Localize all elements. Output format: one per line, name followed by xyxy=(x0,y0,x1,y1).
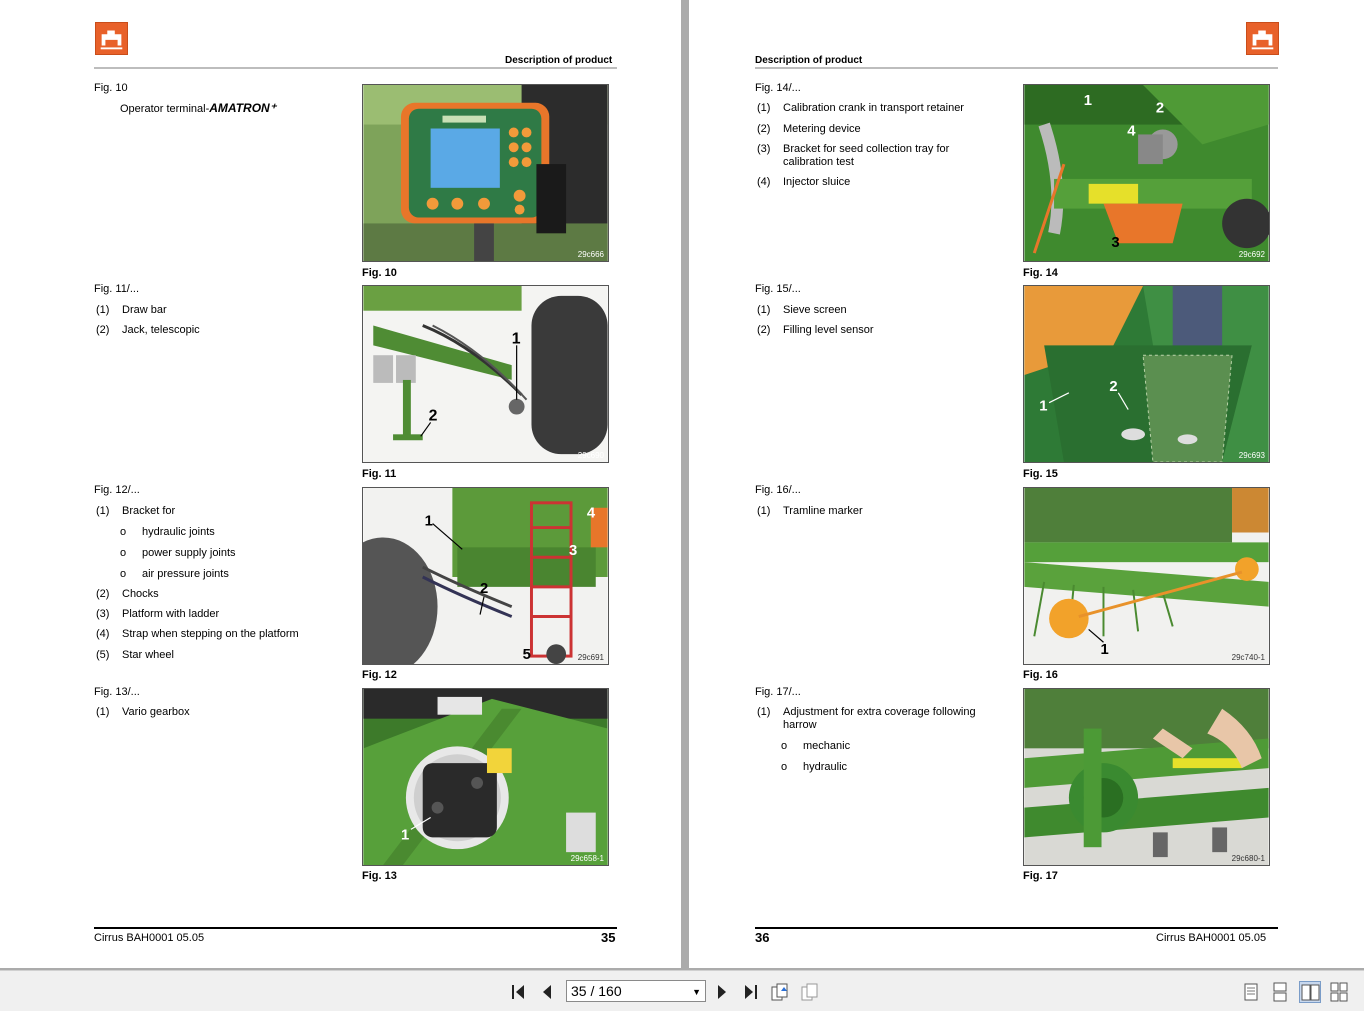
fig11-image: 1 2 29c690 xyxy=(362,285,609,463)
header-rule xyxy=(94,67,617,69)
footer-rule xyxy=(94,927,617,929)
callout-2: 2 xyxy=(1109,379,1117,395)
header-title: Description of product xyxy=(755,55,863,66)
fig17-label: Fig. 17 xyxy=(1023,870,1058,882)
fig-title: Fig. 14/... xyxy=(755,82,801,94)
callout-4: 4 xyxy=(1127,123,1136,139)
continuous-view-icon[interactable] xyxy=(1269,981,1291,1003)
fig10-label: Fig. 10 xyxy=(362,267,397,279)
fig10-description: Operator terminal-AMATRON⁺ xyxy=(120,102,340,116)
image-code: 29c740-1 xyxy=(1231,653,1265,662)
image-code: 29c691 xyxy=(577,653,604,662)
go-back-view-icon[interactable] xyxy=(769,981,791,1003)
amazone-logo xyxy=(1246,22,1279,55)
fig-title: Fig. 10 xyxy=(94,82,128,94)
fig17-image: 29c680-1 xyxy=(1023,688,1270,866)
fig12-image: 1 2 3 4 5 29c691 xyxy=(362,487,609,665)
fig-title: Fig. 12/... xyxy=(94,484,140,496)
footer-doc-info: Cirrus BAH0001 05.05 xyxy=(1156,932,1267,944)
callout-1: 1 xyxy=(1101,642,1109,658)
header-rule xyxy=(755,67,1278,69)
callout-2: 2 xyxy=(480,581,488,597)
fig14-label: Fig. 14 xyxy=(1023,267,1058,279)
single-page-view-icon[interactable] xyxy=(1240,981,1262,1003)
callout-1: 1 xyxy=(401,827,409,843)
two-page-continuous-view-icon[interactable] xyxy=(1328,981,1350,1003)
fig16-image: 1 29c740-1 xyxy=(1023,487,1270,665)
fig-title: Fig. 16/... xyxy=(755,484,801,496)
footer-doc-info: Cirrus BAH0001 05.05 xyxy=(94,932,205,944)
description-text: Operator terminal- xyxy=(120,103,210,115)
image-code: 29c680-1 xyxy=(1231,854,1265,863)
right-page: Description of product Fig. 14/... (1) Ca… xyxy=(689,0,1364,968)
page-number-select[interactable]: 35 / 160 ▼ xyxy=(566,980,706,1002)
amatron-brand: AMATRON⁺ xyxy=(209,101,277,115)
fig-title: Fig. 15/... xyxy=(755,283,801,295)
fig15-image: 1 2 29c693 xyxy=(1023,285,1270,463)
two-page-view-icon[interactable] xyxy=(1299,981,1321,1003)
image-code: 29c666 xyxy=(577,250,604,259)
next-page-icon[interactable] xyxy=(711,981,733,1003)
callout-2: 2 xyxy=(429,407,438,424)
fig11-label: Fig. 11 xyxy=(362,468,397,480)
fig10-image: 29c666 xyxy=(362,84,609,262)
fig13-label: Fig. 13 xyxy=(362,870,397,882)
callout-1: 1 xyxy=(425,514,433,530)
go-forward-view-icon[interactable] xyxy=(799,981,821,1003)
fig16-label: Fig. 16 xyxy=(1023,669,1058,681)
image-code: 29c692 xyxy=(1238,250,1265,259)
page-indicator: 35 / 160 xyxy=(571,983,622,999)
fig-title: Fig. 13/... xyxy=(94,686,140,698)
left-page: Description of product Fig. 10 Operator … xyxy=(0,0,681,968)
footer-rule xyxy=(755,927,1278,929)
fig13-image: 1 29c658-1 xyxy=(362,688,609,866)
callout-1: 1 xyxy=(1084,93,1092,109)
image-code: 29c658-1 xyxy=(570,854,604,863)
callout-5: 5 xyxy=(523,647,531,663)
callout-1: 1 xyxy=(1039,399,1047,415)
chevron-down-icon: ▼ xyxy=(692,987,701,997)
page-number: 35 xyxy=(601,930,616,945)
page-number: 36 xyxy=(755,930,770,945)
image-code: 29c693 xyxy=(1238,451,1265,460)
fig-title: Fig. 11/... xyxy=(94,283,140,295)
header-title: Description of product xyxy=(505,55,613,66)
callout-3: 3 xyxy=(1111,235,1119,251)
image-code: 29c690 xyxy=(577,451,604,460)
fig12-label: Fig. 12 xyxy=(362,669,397,681)
viewer-toolbar: 35 / 160 ▼ xyxy=(0,970,1364,1011)
last-page-icon[interactable] xyxy=(739,981,761,1003)
callout-4: 4 xyxy=(587,506,596,522)
fig-title: Fig. 17/... xyxy=(755,686,801,698)
previous-page-icon[interactable] xyxy=(536,981,558,1003)
amazone-logo xyxy=(95,22,128,55)
callout-2: 2 xyxy=(1156,101,1164,117)
callout-1: 1 xyxy=(512,330,521,347)
callout-3: 3 xyxy=(569,543,577,559)
fig14-image: 1 2 3 4 29c692 xyxy=(1023,84,1270,262)
first-page-icon[interactable] xyxy=(508,981,530,1003)
fig15-label: Fig. 15 xyxy=(1023,468,1058,480)
